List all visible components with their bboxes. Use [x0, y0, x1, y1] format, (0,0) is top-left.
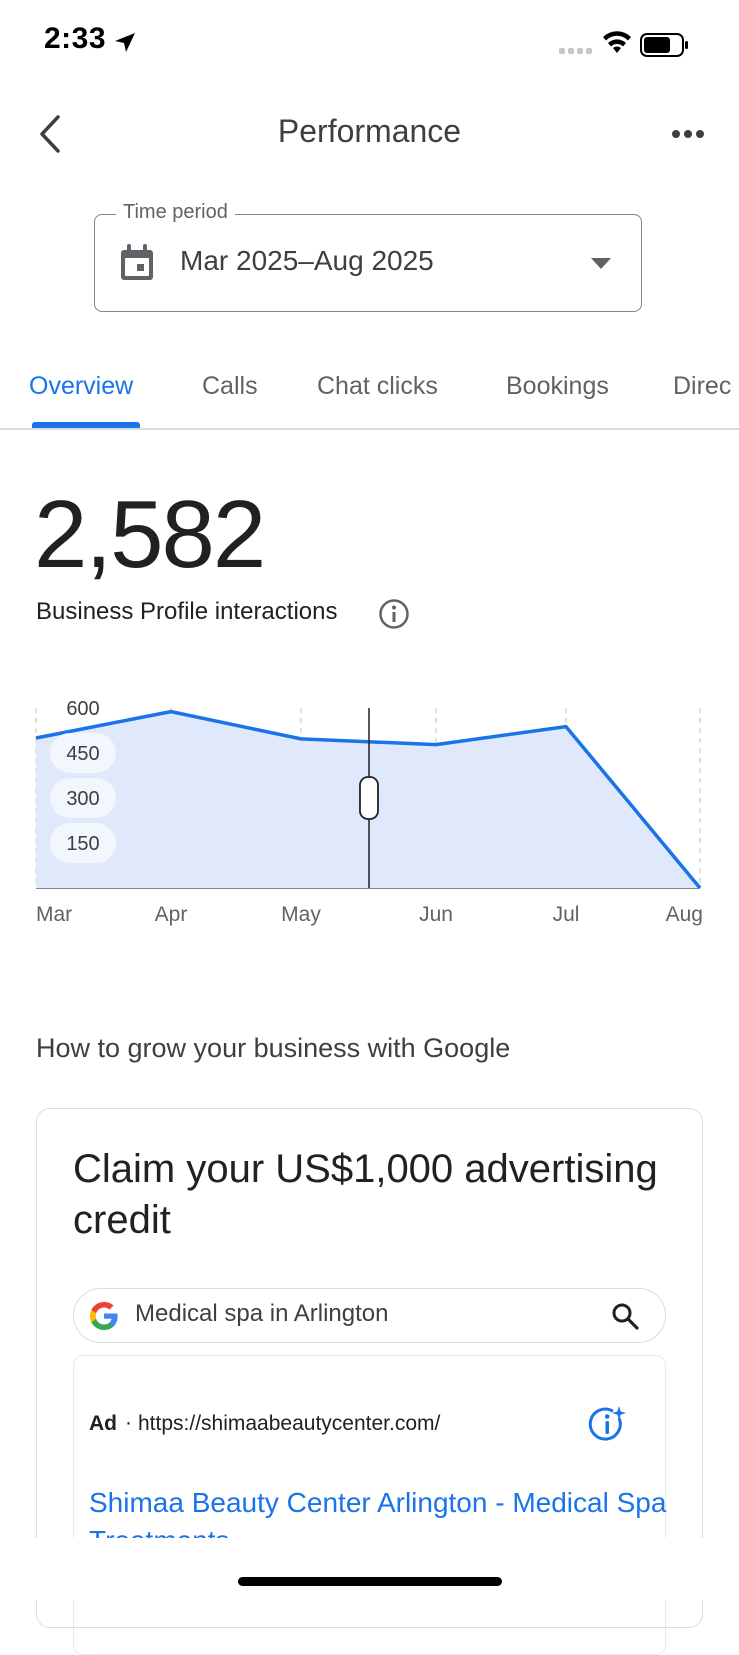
tabs-divider: [0, 428, 739, 430]
more-options-icon[interactable]: [670, 128, 706, 140]
battery-icon: [640, 33, 688, 57]
chart-y-tick-label: 600: [66, 698, 99, 720]
chart-x-tick-label: Jun: [419, 903, 453, 926]
cellular-signal-icon: [559, 48, 592, 54]
google-logo-icon: [90, 1302, 118, 1330]
search-query: Medical spa in Arlington: [135, 1300, 389, 1327]
tab-calls[interactable]: Calls: [202, 372, 258, 401]
chart-scrubber-handle[interactable]: [359, 776, 379, 820]
tab-overview[interactable]: Overview: [29, 372, 133, 401]
interactions-label: Business Profile interactions: [36, 598, 338, 625]
chart-y-tick-label: 150: [66, 833, 99, 855]
ai-info-icon[interactable]: [588, 1405, 628, 1445]
wifi-icon: [603, 31, 631, 53]
chart-y-tick-label: 300: [66, 788, 99, 810]
chart-x-tick-label: Jul: [553, 903, 580, 926]
chart-x-tick-label: Aug: [666, 903, 703, 926]
status-icons: [559, 31, 688, 57]
calendar-icon: [121, 244, 153, 280]
location-arrow-icon: [115, 33, 135, 52]
chart-x-tick-label: Mar: [36, 903, 72, 926]
page-title: Performance: [277, 113, 462, 149]
dropdown-arrow-icon[interactable]: [591, 258, 611, 270]
ad-badge: Ad: [89, 1412, 117, 1435]
chart-y-tick-label: 450: [66, 743, 99, 765]
interactions-chart[interactable]: 150 300 450 600 Mar Apr May Jun Jul Aug: [0, 680, 739, 940]
search-icon: [612, 1303, 639, 1330]
time-period-label: Time period: [116, 201, 235, 224]
ad-url: https://shimaabeautycenter.com/: [138, 1412, 441, 1435]
tab-chat-clicks[interactable]: Chat clicks: [317, 372, 438, 401]
info-icon[interactable]: [378, 598, 410, 630]
bottom-safe-area: [0, 1538, 739, 1600]
tab-bookings[interactable]: Bookings: [506, 372, 609, 401]
home-indicator: [238, 1577, 502, 1586]
time-period-value: Mar 2025–Aug 2025: [180, 245, 434, 276]
ad-separator: ·: [125, 1411, 132, 1434]
section-title: How to grow your business with Google: [36, 1033, 511, 1063]
status-time: 2:33: [44, 22, 107, 55]
card-title: Claim your US$1,000 advertising credit: [73, 1147, 658, 1242]
chart-x-tick-label: Apr: [155, 903, 188, 926]
chart-x-tick-label: May: [281, 903, 321, 926]
interactions-total: 2,582: [34, 481, 266, 588]
tab-directions[interactable]: Direc: [673, 372, 731, 401]
